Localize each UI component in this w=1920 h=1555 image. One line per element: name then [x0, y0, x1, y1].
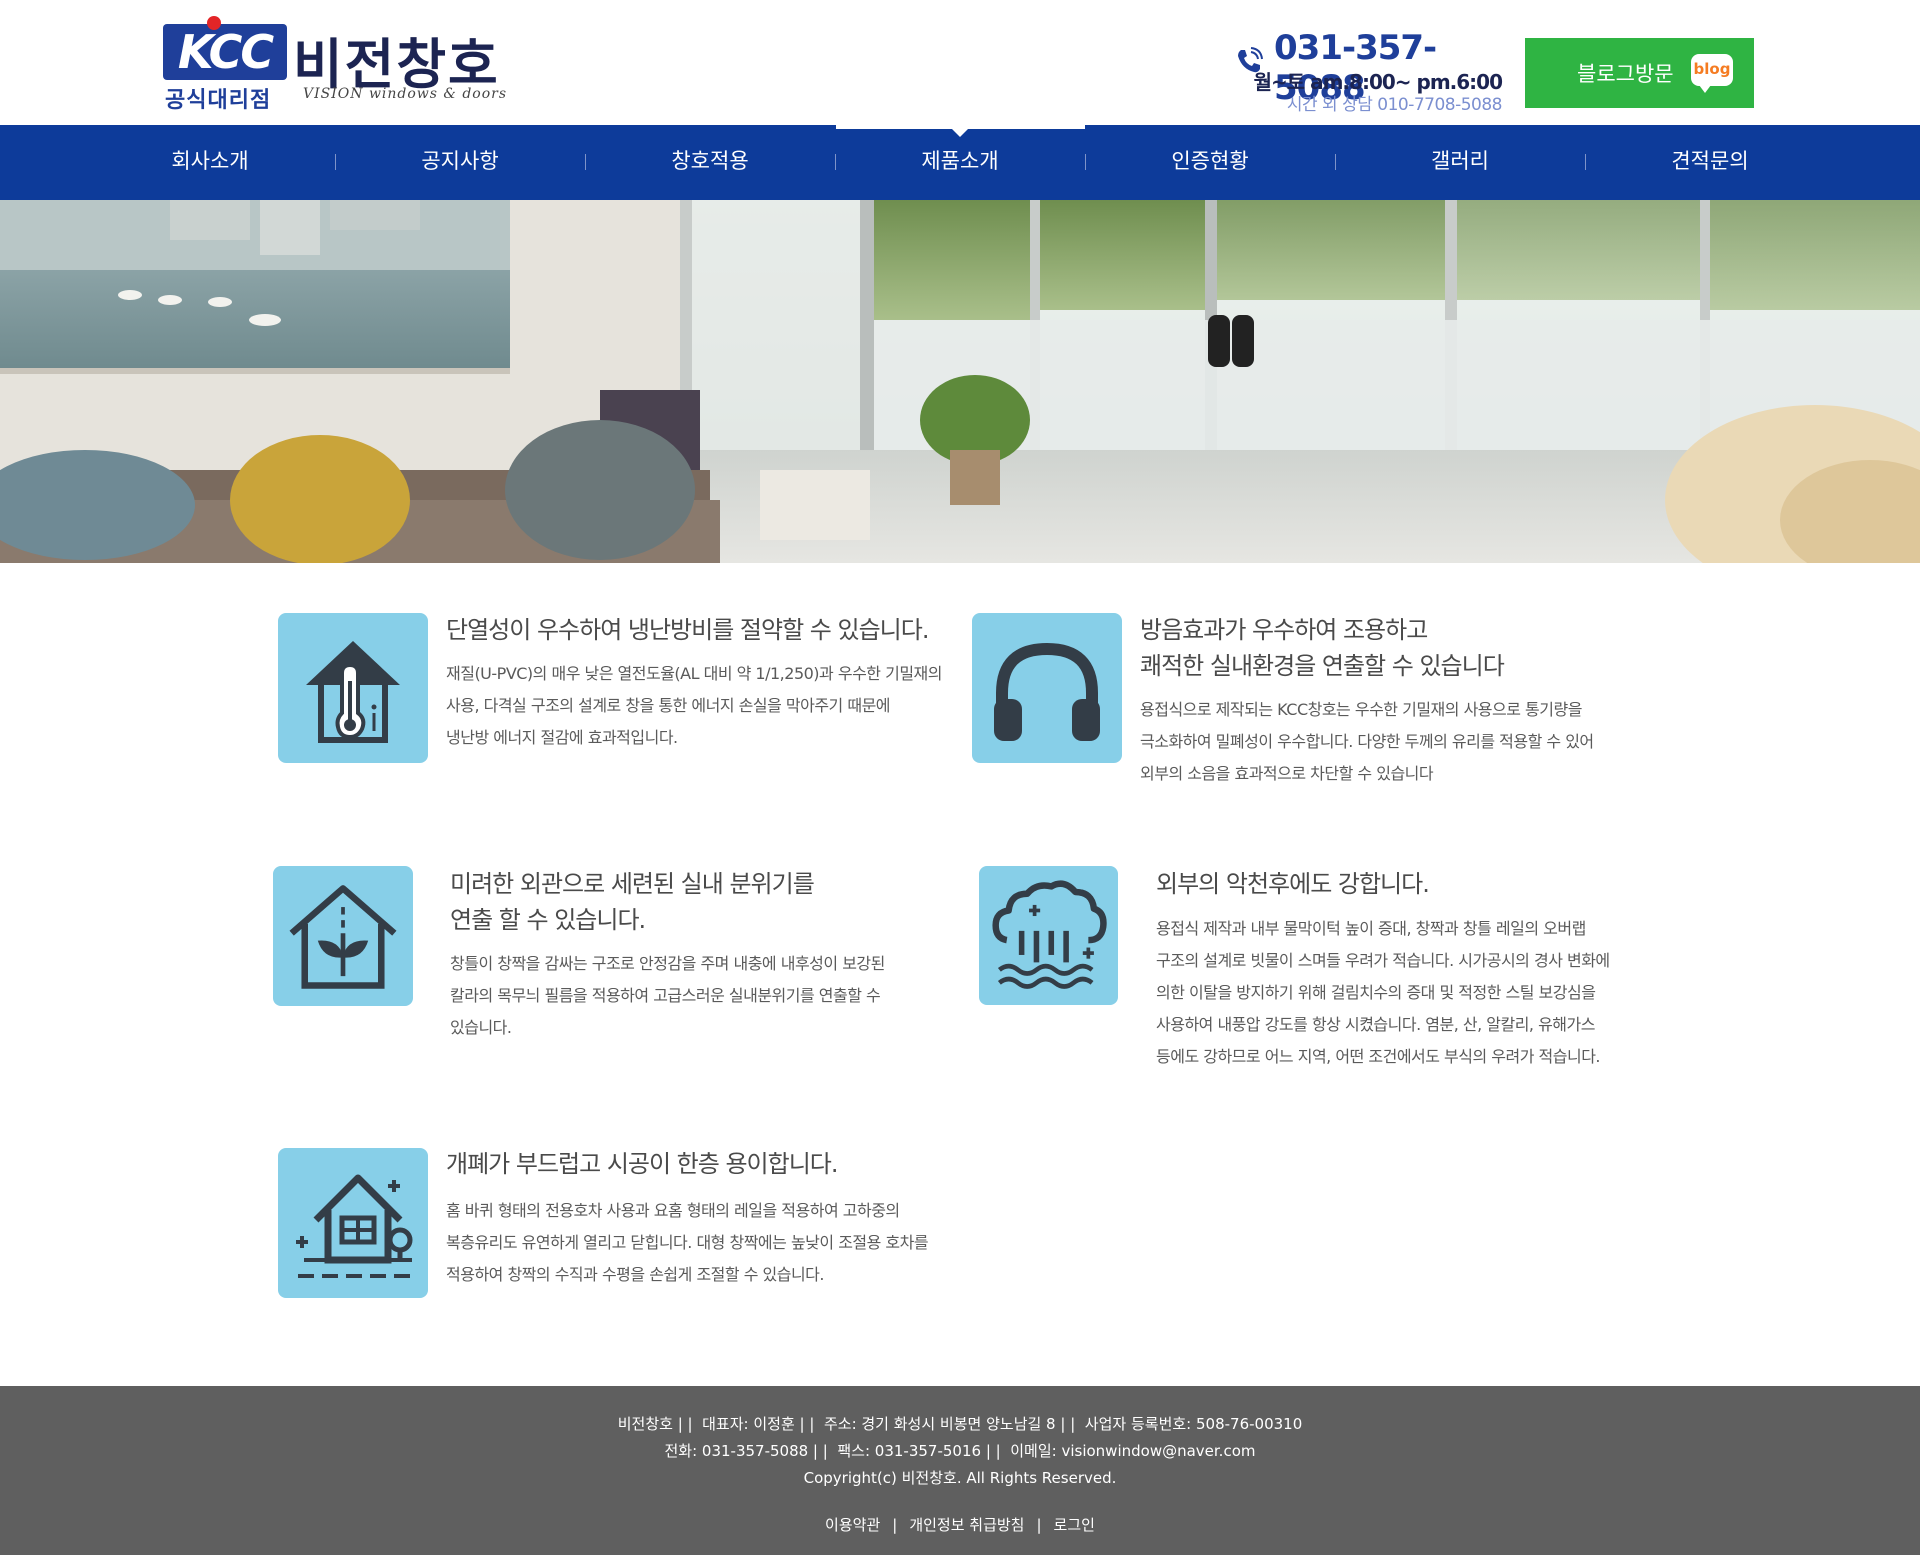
nav-item-company[interactable]: 회사소개	[85, 125, 335, 200]
kcc-logo-badge: KCC	[163, 24, 287, 80]
feature-desc-installation: 홈 바퀴 형태의 전용호차 사용과 요홈 형태의 레일을 적용하여 고하중의 복…	[446, 1195, 929, 1291]
rain-cloud-icon	[979, 866, 1118, 1005]
nav-item-estimate[interactable]: 견적문의	[1585, 125, 1835, 200]
site-footer: 비전창호 | | 대표자: 이정훈 | | 주소: 경기 화성시 비봉면 양노남…	[0, 1386, 1920, 1555]
feature-desc-line: 극소화하여 밀폐성이 우수합니다. 다양한 두께의 유리를 적용할 수 있어	[1140, 732, 1594, 751]
feature-title-insulation: 단열성이 우수하여 냉난방비를 절약할 수 있습니다.	[446, 612, 929, 648]
nav-item-notice[interactable]: 공지사항	[335, 125, 585, 200]
feature-desc-line: 냉난방 에너지 절감에 효과적입니다.	[446, 728, 678, 747]
footer-contact-info: 전화: 031-357-5088 | | 팩스: 031-357-5016 | …	[0, 1440, 1920, 1461]
footer-phone: 전화: 031-357-5088 |	[664, 1442, 818, 1460]
house-window-icon	[278, 1148, 428, 1298]
footer-links: 이용약관 | 개인정보 취급방침 | 로그인	[0, 1514, 1920, 1535]
feature-title-line: 외부의 악천후에도 강합니다.	[1156, 870, 1430, 898]
feature-title-installation: 개폐가 부드럽고 시공이 한층 용이합니다.	[446, 1146, 839, 1182]
footer-company-info: 비전창호 | | 대표자: 이정훈 | | 주소: 경기 화성시 비봉면 양노남…	[0, 1413, 1920, 1434]
thermometer-house-icon	[278, 613, 428, 763]
footer-fax: | 팩스: 031-357-5016 |	[822, 1442, 991, 1460]
footer-email: | 이메일: visionwindow@naver.com	[995, 1442, 1256, 1460]
feature-title-soundproof: 방음효과가 우수하여 조용하고 쾌적한 실내환경을 연출할 수 있습니다	[1140, 612, 1505, 684]
feature-desc-line: 적용하여 창짝의 수직과 수평을 손쉽게 조절할 수 있습니다.	[446, 1265, 824, 1284]
feature-desc-line: 의한 이탈을 방지하기 위해 걸림치수의 증대 및 적정한 스틸 보강심을	[1156, 983, 1596, 1002]
site-logo[interactable]: KCC 공식대리점 비전창호 VISION windows & doors	[163, 16, 523, 113]
nav-item-certification[interactable]: 인증현황	[1085, 125, 1335, 200]
plant-house-icon	[273, 866, 413, 1006]
blog-icon-text: blog	[1693, 60, 1731, 78]
footer-link-separator: |	[892, 1516, 898, 1534]
blog-visit-button[interactable]: 블로그방문 blog	[1525, 38, 1754, 108]
feature-desc-line: 사용, 다격실 구조의 설계로 창을 통한 에너지 손실을 막아주기 때문에	[446, 696, 891, 715]
logo-official-dealer: 공식대리점	[165, 88, 272, 113]
footer-link-terms[interactable]: 이용약관	[825, 1516, 880, 1534]
feature-desc-line: 복층유리도 유연하게 열리고 닫힙니다. 대형 창짝에는 높낮이 조절용 호차를	[446, 1233, 929, 1252]
feature-desc-line: 구조의 설계로 빗물이 스며들 우려가 적습니다. 시가공시의 경사 변화에	[1156, 951, 1610, 970]
footer-link-privacy[interactable]: 개인정보 취급방침	[909, 1516, 1024, 1534]
nav-item-gallery[interactable]: 갤러리	[1335, 125, 1585, 200]
feature-title-appearance: 미려한 외관으로 세련된 실내 분위기를 연출 할 수 있습니다.	[450, 866, 815, 938]
feature-title-line: 쾌적한 실내환경을 연출할 수 있습니다	[1140, 652, 1505, 680]
feature-title-line: 개폐가 부드럽고 시공이 한층 용이합니다.	[446, 1150, 839, 1178]
feature-desc-line: 있습니다.	[450, 1018, 512, 1037]
feature-title-line: 연출 할 수 있습니다.	[450, 906, 646, 934]
feature-title-line: 방음효과가 우수하여 조용하고	[1140, 616, 1428, 644]
feature-desc-soundproof: 용접식으로 제작되는 KCC창호는 우수한 기밀재의 사용으로 통기량을 극소화…	[1140, 694, 1594, 790]
footer-link-login[interactable]: 로그인	[1054, 1516, 1095, 1534]
footer-address: | 주소: 경기 화성시 비봉면 양노남길 8 |	[809, 1415, 1066, 1433]
hero-living-room-illustration	[0, 200, 1920, 563]
footer-link-separator: |	[1036, 1516, 1042, 1534]
kcc-logo-dot	[207, 16, 221, 30]
kcc-logo-text: KCC	[177, 25, 274, 79]
blog-visit-label: 블로그방문	[1577, 62, 1674, 86]
feature-desc-line: 홈 바퀴 형태의 전용호차 사용과 요홈 형태의 레일을 적용하여 고하중의	[446, 1201, 900, 1220]
site-header: KCC 공식대리점 비전창호 VISION windows & doors 03…	[0, 0, 1920, 125]
feature-desc-line: 용접식으로 제작되는 KCC창호는 우수한 기밀재의 사용으로 통기량을	[1140, 700, 1582, 719]
feature-title-line: 미려한 외관으로 세련된 실내 분위기를	[450, 870, 815, 898]
nav-item-window-application[interactable]: 창호적용	[585, 125, 835, 200]
feature-desc-line: 재질(U-PVC)의 매우 낮은 열전도율(AL 대비 약 1/1,250)과 …	[446, 664, 942, 683]
blog-icon: blog	[1691, 54, 1733, 93]
headphones-icon	[972, 613, 1122, 763]
after-hours-contact: 시간 외 상담 010-7708-5088	[1286, 95, 1503, 115]
feature-title-weather: 외부의 악천후에도 강합니다.	[1156, 866, 1430, 902]
feature-desc-insulation: 재질(U-PVC)의 매우 낮은 열전도율(AL 대비 약 1/1,250)과 …	[446, 658, 942, 754]
feature-desc-line: 등에도 강하므로 어느 지역, 어떤 조건에서도 부식의 우려가 적습니다.	[1156, 1047, 1601, 1066]
feature-desc-line: 창틀이 창짝을 감싸는 구조로 안정감을 주며 내충에 내후성이 보강된	[450, 954, 885, 973]
feature-desc-line: 사용하여 내풍압 강도를 항상 시켰습니다. 염분, 산, 알칼리, 유해가스	[1156, 1015, 1595, 1034]
feature-desc-line: 외부의 소음을 효과적으로 차단할 수 있습니다	[1140, 764, 1434, 783]
hero-banner-image	[0, 200, 1920, 563]
feature-desc-line: 용접식 제작과 내부 물막이턱 높이 증대, 창짝과 창틀 레일의 오버랩	[1156, 919, 1586, 938]
footer-business-number: | 사업자 등록번호: 508-76-00310	[1070, 1415, 1303, 1433]
feature-desc-line: 칼라의 목무늬 필름을 적용하여 고급스러운 실내분위기를 연출할 수	[450, 986, 881, 1005]
feature-desc-weather: 용접식 제작과 내부 물막이턱 높이 증대, 창짝과 창틀 레일의 오버랩 구조…	[1156, 913, 1610, 1073]
nav-active-arrow-icon	[952, 129, 968, 137]
logo-english-name: VISION windows & doors	[303, 86, 508, 102]
contact-info: 031-357-5088 월~토 am.8:00~ pm.6:00 시간 외 상…	[1234, 28, 1503, 116]
footer-company-name: 비전창호 |	[617, 1415, 683, 1433]
feature-desc-appearance: 창틀이 창짝을 감싸는 구조로 안정감을 주며 내충에 내후성이 보강된 칼라의…	[450, 948, 885, 1044]
footer-ceo: | 대표자: 이정훈 |	[687, 1415, 805, 1433]
feature-title-line: 단열성이 우수하여 냉난방비를 절약할 수 있습니다.	[446, 616, 929, 644]
footer-copyright: Copyright(c) 비전창호. All Rights Reserved.	[803, 1469, 1117, 1487]
